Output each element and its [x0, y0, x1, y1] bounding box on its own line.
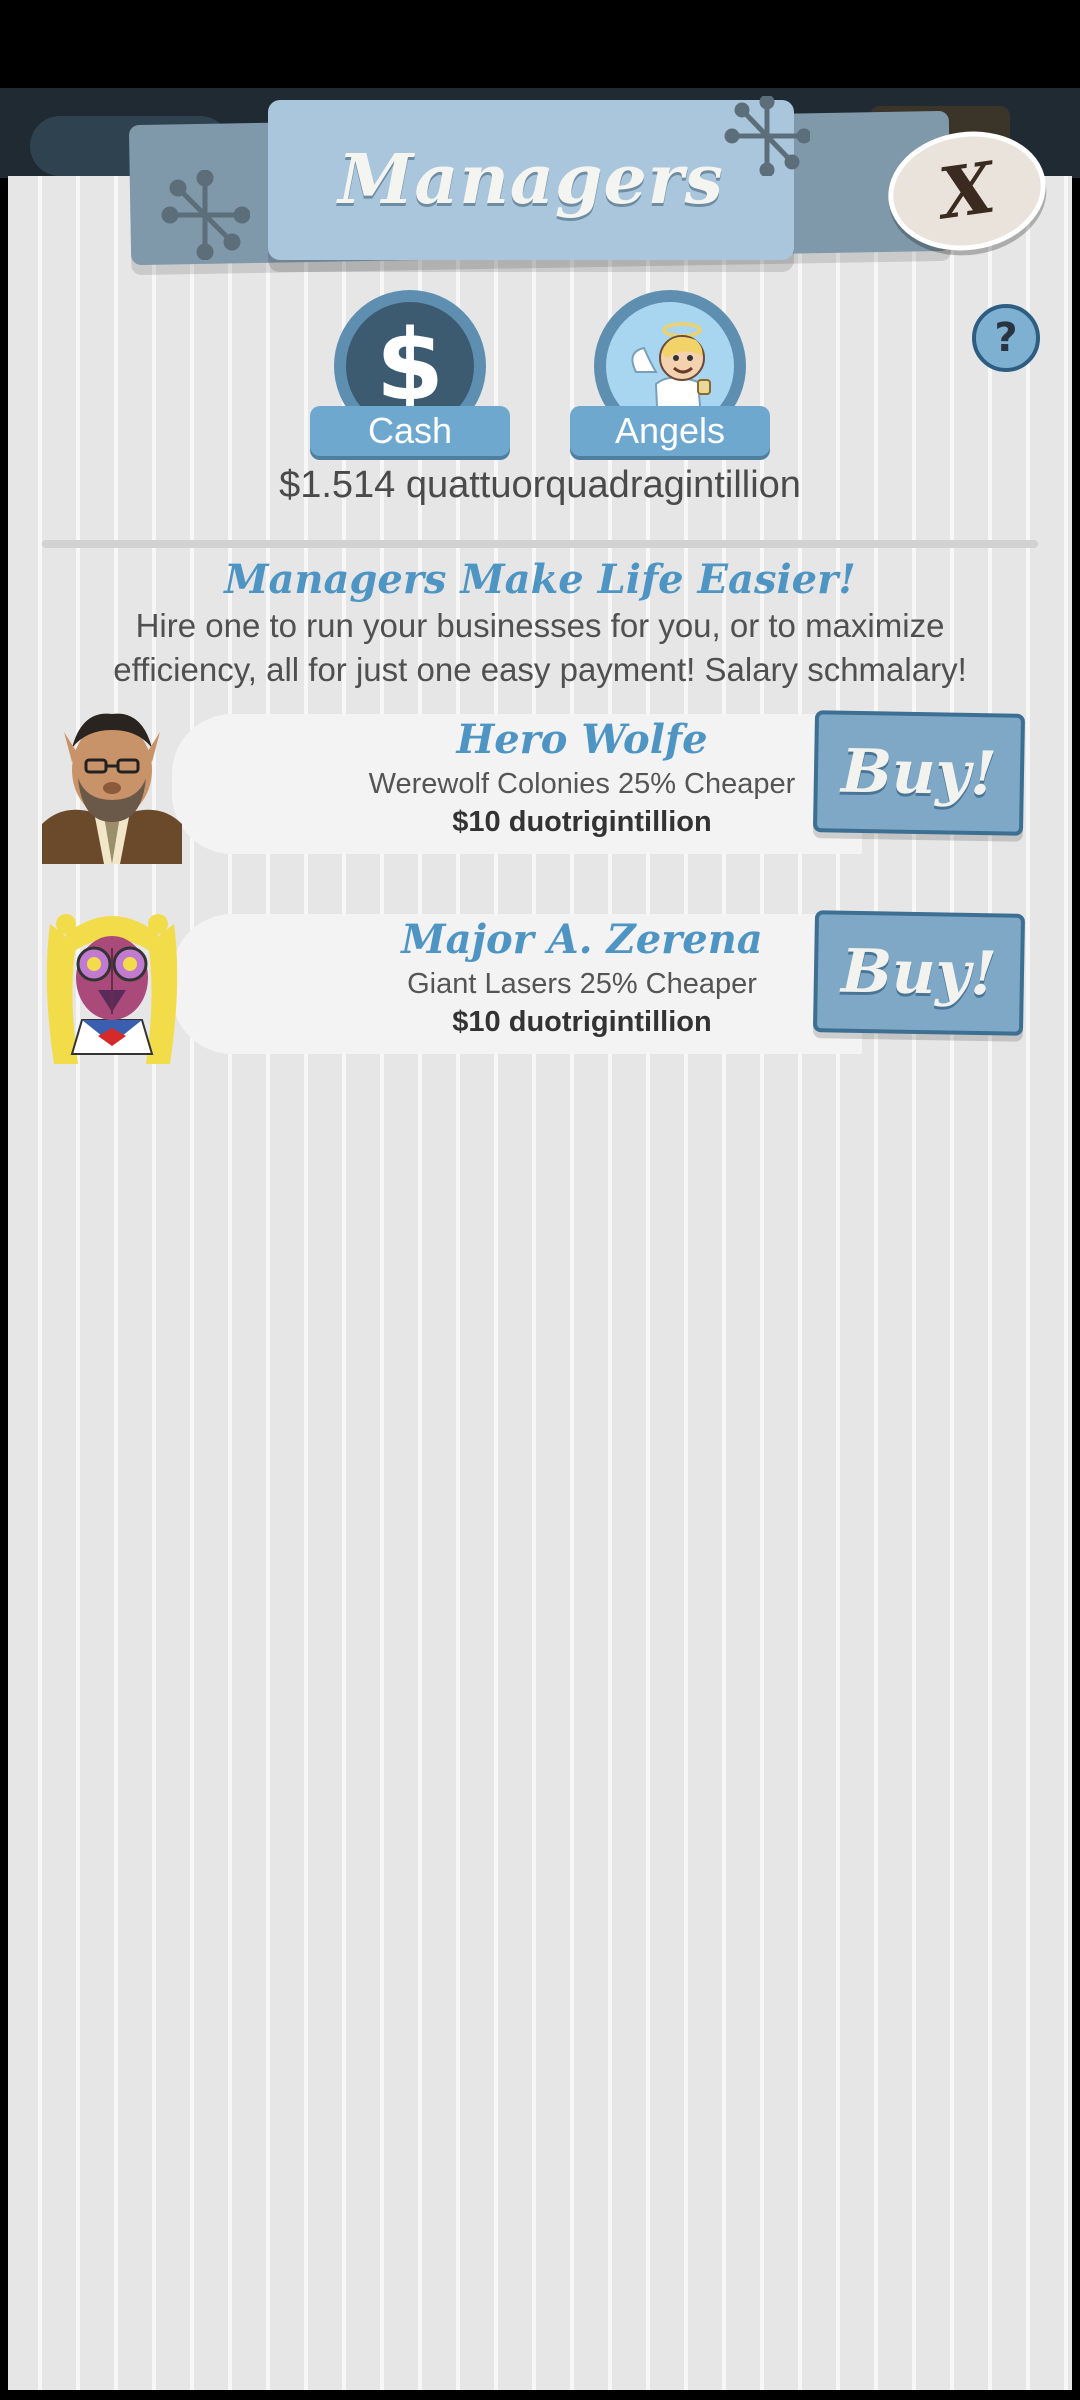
manager-name: Hero Wolfe — [456, 716, 708, 763]
close-icon: X — [934, 145, 1000, 236]
tab-angels[interactable]: Angels — [570, 290, 770, 456]
atomic-star-icon — [161, 170, 250, 260]
manager-cost: $10 duotrigintillion — [452, 1006, 712, 1038]
cash-amount: $1.514 quattuorquadragintillion — [279, 464, 801, 506]
manager-name: Major A. Zerena — [401, 916, 763, 963]
managers-panel — [8, 176, 1072, 2390]
buy-button-major-zerena[interactable]: Buy! — [812, 910, 1026, 1036]
manager-cost: $10 duotrigintillion — [452, 806, 712, 838]
tab-angels-label: Angels — [614, 410, 726, 451]
manager-row: Hero Wolfe Werewolf Colonies 25% Cheaper… — [42, 704, 1042, 864]
manager-effect: Giant Lasers 25% Cheaper — [407, 968, 757, 1000]
page-title: Managers — [338, 140, 724, 220]
buy-button-hero-wolfe[interactable]: Buy! — [812, 710, 1026, 836]
manager-row: Major A. Zerena Giant Lasers 25% Cheaper… — [42, 904, 1042, 1064]
manager-portrait-zerena — [46, 914, 178, 1064]
atomic-star-icon — [724, 96, 810, 176]
manager-effect: Werewolf Colonies 25% Cheaper — [368, 768, 796, 800]
banner: Managers — [268, 100, 794, 260]
tab-cash-label: Cash — [367, 410, 453, 451]
divider — [42, 540, 1038, 548]
intro-text: Hire one to run your businesses for you,… — [113, 607, 967, 688]
intro-title: Managers Make Life Easier! — [224, 556, 856, 603]
manager-portrait-werewolf — [42, 713, 182, 864]
help-icon: ? — [994, 315, 1018, 361]
help-button[interactable]: ? — [972, 304, 1040, 372]
status-bar — [0, 0, 1080, 88]
tab-cash[interactable]: $ Cash — [310, 290, 510, 456]
buy-label: Buy! — [840, 736, 998, 810]
buy-label: Buy! — [840, 936, 998, 1010]
